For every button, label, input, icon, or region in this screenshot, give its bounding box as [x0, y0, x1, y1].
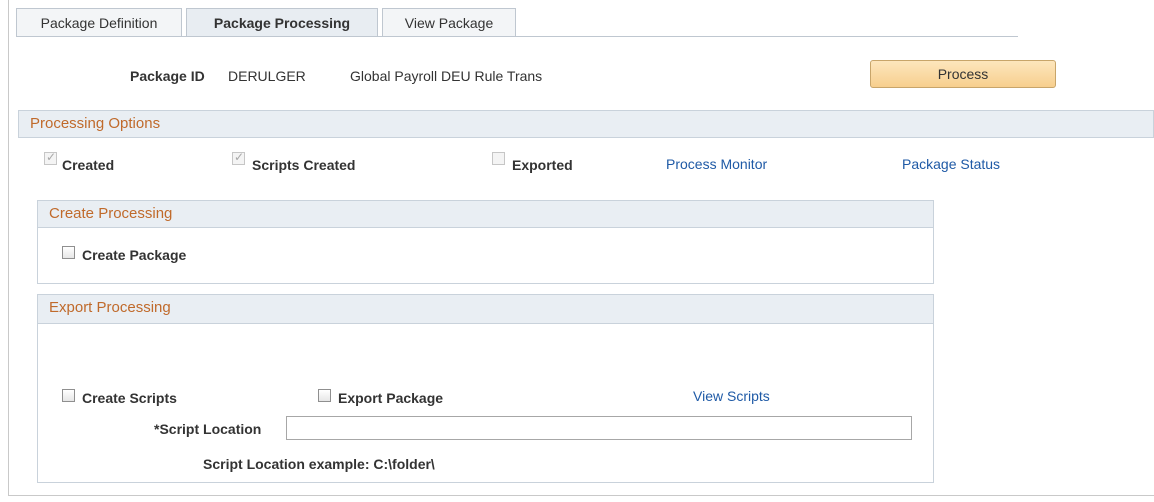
package-description: Global Payroll DEU Rule Trans	[350, 68, 543, 84]
process-monitor-link[interactable]: Process Monitor	[666, 156, 767, 172]
tab-label: Package Processing	[213, 15, 351, 31]
package-id-label: Package ID	[130, 68, 205, 84]
export-processing-title: Export Processing	[49, 299, 171, 316]
create-package-label: Create Package	[82, 247, 187, 263]
export-package-checkbox[interactable]	[318, 389, 331, 402]
create-processing-header: Create Processing	[37, 200, 934, 228]
page-frame-bottom	[8, 495, 1154, 496]
exported-label: Exported	[512, 157, 573, 173]
tab-label: View Package	[404, 15, 494, 31]
package-status-link[interactable]: Package Status	[902, 156, 1000, 172]
processing-options-title: Processing Options	[30, 115, 161, 132]
created-checkbox[interactable]: ✓	[44, 150, 57, 165]
script-location-input[interactable]	[286, 416, 912, 440]
scripts-created-label: Scripts Created	[252, 157, 356, 173]
tab-underline	[16, 36, 1018, 37]
check-icon: ✓	[46, 150, 57, 164]
create-package-checkbox[interactable]	[62, 246, 75, 259]
process-button[interactable]: Process	[870, 60, 1056, 88]
create-scripts-label: Create Scripts	[82, 390, 177, 406]
view-scripts-link[interactable]: View Scripts	[693, 388, 770, 404]
export-processing-header: Export Processing	[37, 294, 934, 324]
package-id-value: DERULGER	[228, 68, 306, 84]
tab-label: Package Definition	[40, 15, 158, 31]
check-icon: ✓	[234, 150, 245, 164]
script-location-label: *Script Location	[154, 421, 262, 437]
page-frame-left	[8, 0, 9, 496]
scripts-created-checkbox[interactable]: ✓	[232, 150, 245, 165]
tab-package-processing[interactable]: Package Processing	[186, 8, 378, 37]
processing-options-header: Processing Options	[18, 110, 1154, 138]
tab-view-package[interactable]: View Package	[382, 8, 516, 36]
export-package-label: Export Package	[338, 390, 444, 406]
exported-checkbox[interactable]	[492, 152, 505, 165]
created-label: Created	[62, 157, 115, 173]
script-location-example: Script Location example: C:\folder\	[203, 456, 435, 472]
create-scripts-checkbox[interactable]	[62, 389, 75, 402]
tab-package-definition[interactable]: Package Definition	[16, 8, 182, 36]
create-processing-title: Create Processing	[49, 205, 173, 222]
